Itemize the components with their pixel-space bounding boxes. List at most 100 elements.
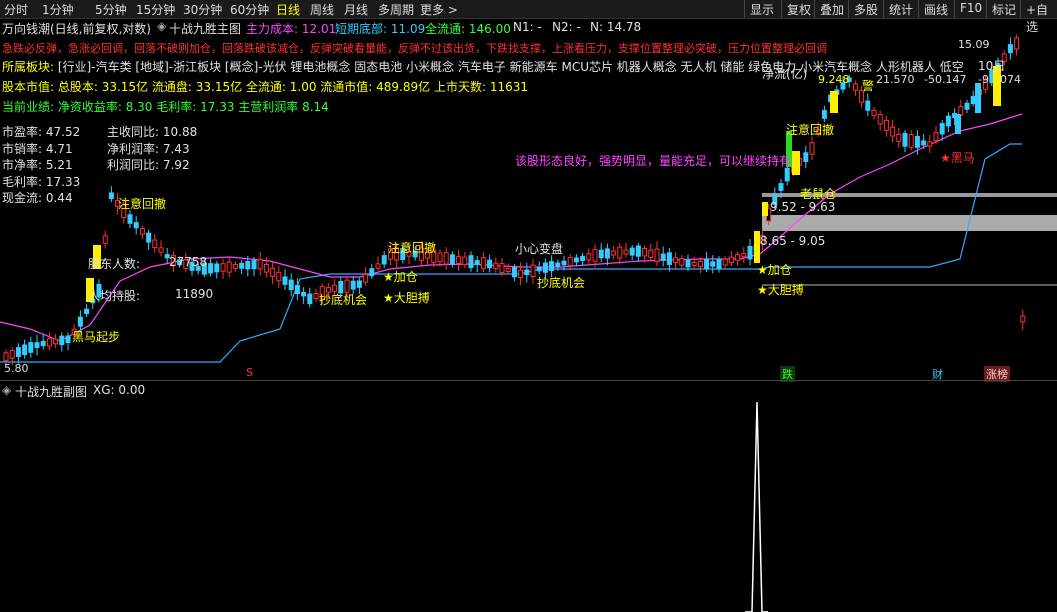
- candle-body: [524, 269, 530, 276]
- price-21570: 21.570: [876, 73, 915, 86]
- black-horse-signal: ★黑马: [940, 151, 975, 165]
- pe-ratio: 市盈率: 47.52: [2, 125, 81, 139]
- candle-body: [747, 246, 753, 260]
- candle-body: [232, 264, 238, 269]
- period-weekly[interactable]: 周线: [310, 1, 334, 18]
- draw-line-button[interactable]: 画线: [918, 0, 953, 18]
- candle-body: [586, 253, 592, 261]
- candle-body: [369, 268, 375, 277]
- bottom-chance-1: 抄底机会: [319, 293, 368, 307]
- holders-avg-label: 人均持股:: [88, 289, 141, 303]
- add-favorite-button[interactable]: +自选: [1020, 0, 1057, 34]
- overlay-button[interactable]: 叠加: [814, 0, 849, 18]
- period-30min[interactable]: 30分钟: [183, 1, 222, 18]
- candle-body: [542, 262, 548, 273]
- candle-body: [40, 340, 46, 347]
- sector-label: 所属板块:: [2, 60, 55, 74]
- comment-text: 该股形态良好，强势明显，量能充足，可以继续持有: [515, 154, 792, 168]
- period-multi[interactable]: 多周期: [378, 1, 414, 18]
- pb-ratio: 市净率: 5.21: [2, 158, 73, 172]
- display-button[interactable]: 显示: [744, 0, 779, 18]
- candle-body: [735, 254, 741, 261]
- candle-body: [77, 316, 83, 327]
- stats-button[interactable]: 统计: [883, 0, 918, 18]
- candle-body: [561, 260, 567, 266]
- candle-body: [294, 285, 300, 295]
- candle-body: [301, 291, 307, 297]
- collapse-icon[interactable]: ◈: [157, 19, 166, 33]
- candle-body: [530, 264, 536, 277]
- marker-s[interactable]: S: [246, 366, 253, 379]
- period-daily[interactable]: 日线: [276, 1, 300, 18]
- holders-avg-value: 11890: [175, 287, 214, 301]
- candle-body: [809, 142, 815, 155]
- candle-body: [654, 248, 660, 263]
- period-fenshi[interactable]: 分时: [4, 1, 28, 18]
- candle-body: [697, 260, 703, 268]
- n2-value: N2: -: [552, 20, 581, 34]
- fundamentals-right: 主收同比: 10.88 净利润率: 7.43 利润同比: 7.92: [107, 124, 197, 174]
- candle-body: [263, 263, 269, 273]
- f10-button[interactable]: F10: [954, 0, 987, 18]
- candle-body: [635, 245, 641, 257]
- candle-body: [108, 192, 114, 200]
- price-074: 074: [1000, 73, 1021, 86]
- candle-body: [679, 258, 685, 266]
- fuquan-button[interactable]: 复权: [781, 0, 816, 18]
- period-60min[interactable]: 60分钟: [230, 1, 269, 18]
- candle-body: [102, 235, 108, 244]
- candle-body: [356, 280, 362, 288]
- candle-body: [580, 255, 586, 261]
- candle-body: [511, 267, 517, 278]
- candle-body: [3, 352, 9, 362]
- ten-day-label: 10日: [978, 59, 1006, 73]
- signal-candle: [975, 83, 981, 113]
- main-chart-panel[interactable]: 万向钱潮(日线,前复权,对数) ◈ 十战九胜主图 主力成本: 12.01 短期底…: [0, 19, 1057, 382]
- candle-body: [710, 261, 716, 267]
- period-5min[interactable]: 5分钟: [95, 1, 127, 18]
- candle-body: [313, 292, 319, 300]
- candle-body: [883, 119, 889, 131]
- period-1min[interactable]: 1分钟: [42, 1, 74, 18]
- candle-body: [487, 259, 493, 269]
- candle-body: [146, 232, 152, 243]
- candle-body: [46, 338, 52, 347]
- candle-body: [22, 344, 28, 356]
- period-monthly[interactable]: 月线: [344, 1, 368, 18]
- candle-body: [443, 252, 449, 265]
- candle-body: [592, 248, 598, 262]
- candle-body: [456, 256, 462, 264]
- mark-button[interactable]: 标记: [986, 0, 1021, 18]
- fundamentals-left: 市盈率: 47.52 市销率: 4.71 市净率: 5.21 毛利率: 17.3…: [2, 124, 80, 207]
- candle-body: [208, 263, 214, 274]
- profit-yoy: 利润同比: 7.92: [107, 158, 190, 172]
- attention-pullback-3: 注意回撤: [786, 123, 835, 137]
- candle-body: [251, 259, 257, 270]
- candle-body: [84, 308, 90, 315]
- careful-change: 小心变盘: [515, 242, 564, 256]
- add-position-2: ★加仓: [757, 263, 792, 277]
- candle-body: [573, 257, 579, 263]
- candle-body: [28, 342, 34, 353]
- support-line-blue: [0, 143, 1022, 363]
- indicator-name[interactable]: 十战九胜主图: [169, 20, 241, 37]
- signals-line: 急跌必反弹，急涨必回调，回落不破则加仓，回落跌破该减仓，反弹突破看量能，反弹不过…: [2, 42, 827, 55]
- candle-body: [902, 132, 908, 147]
- candle-body: [598, 249, 604, 259]
- multi-stock-button[interactable]: 多股: [848, 0, 883, 18]
- candle-body: [945, 115, 951, 127]
- period-15min[interactable]: 15分钟: [136, 1, 175, 18]
- panel-separator[interactable]: [0, 380, 1057, 381]
- price-neg9: -9: [978, 73, 989, 86]
- candle-body: [449, 254, 455, 265]
- flow-label: 净流(亿): [762, 67, 808, 81]
- candle-body: [505, 268, 511, 273]
- candle-body: [691, 261, 697, 267]
- period-more[interactable]: 更多 >: [420, 1, 458, 18]
- sub-chart-panel[interactable]: ◈ 十战九胜副图 XG: 0.00: [0, 382, 1057, 612]
- black-horse-start: 黑马起步: [72, 330, 121, 344]
- candle-body: [852, 83, 858, 91]
- candle-body: [604, 248, 610, 259]
- market-value-line: 股本市值: 总股本: 33.15亿 流通盘: 33.15亿 全流通: 1.00 …: [2, 80, 528, 94]
- warn-label: 警: [862, 79, 875, 93]
